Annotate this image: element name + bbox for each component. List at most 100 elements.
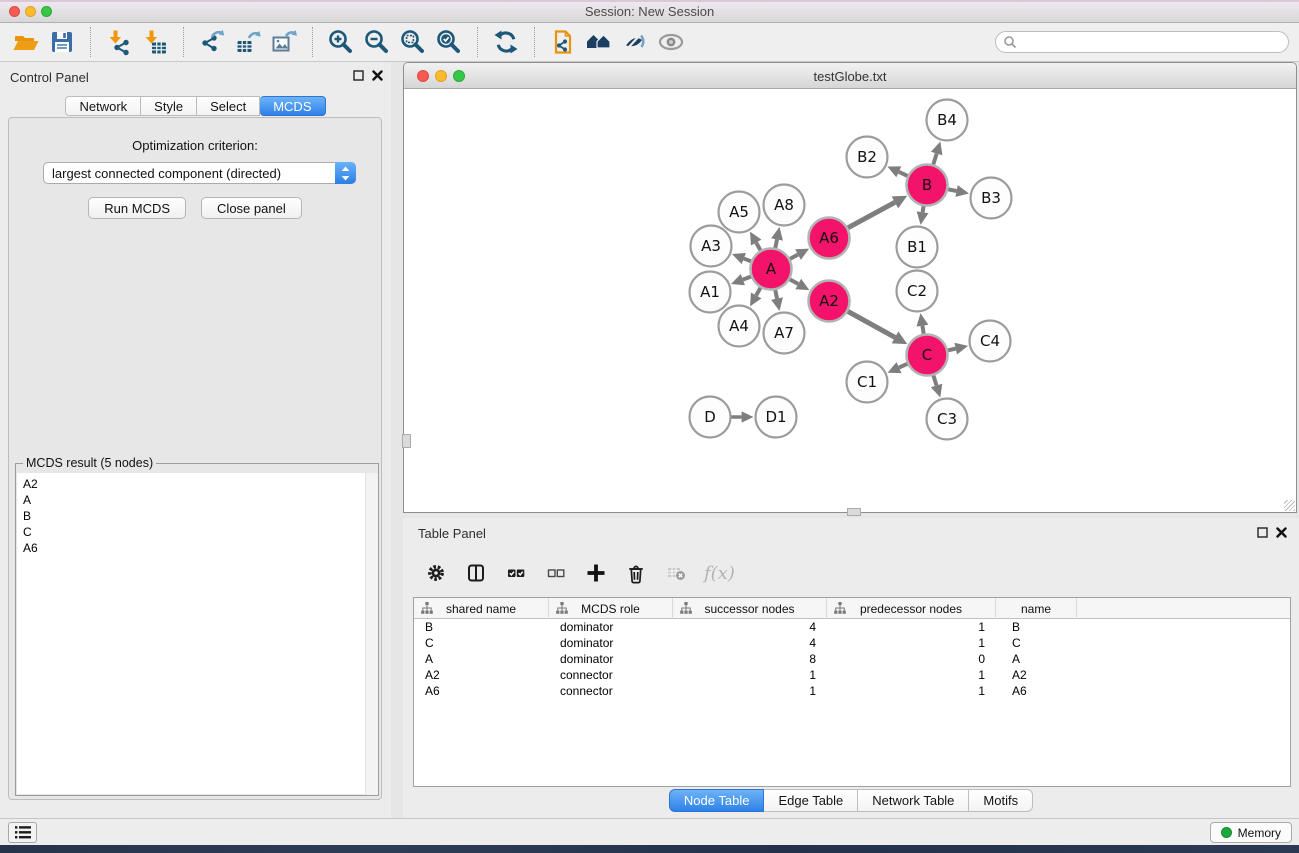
show-columns-button[interactable]	[464, 561, 488, 585]
column-header-mcds-role[interactable]: MCDS role	[549, 598, 673, 619]
add-column-button[interactable]	[584, 561, 608, 585]
result-item-a2[interactable]: A2	[17, 473, 377, 492]
run-mcds-button[interactable]: Run MCDS	[88, 197, 186, 219]
import-network-button[interactable]	[104, 27, 134, 57]
zoom-fit-button[interactable]	[398, 27, 428, 57]
graph-edge-B-B3[interactable]	[948, 189, 957, 191]
column-header-predecessor-nodes[interactable]: predecessor nodes	[827, 598, 996, 619]
column-header-name[interactable]: name	[996, 598, 1077, 619]
search-input[interactable]	[1021, 33, 1288, 51]
graph-node-B1[interactable]: B1	[897, 227, 938, 268]
zoom-in-button[interactable]	[326, 27, 356, 57]
export-network-button[interactable]	[197, 27, 227, 57]
graph-node-C3[interactable]: C3	[927, 399, 968, 440]
tab-style[interactable]: Style	[141, 96, 197, 116]
home-button[interactable]	[584, 27, 614, 57]
column-header-shared-name[interactable]: shared name	[414, 598, 549, 619]
close-panel-icon[interactable]	[1276, 527, 1287, 538]
splitter-handle[interactable]	[402, 434, 411, 448]
network-window-titlebar[interactable]: testGlobe.txt	[404, 63, 1296, 89]
graph-node-A5[interactable]: A5	[719, 192, 760, 233]
graph-node-B2[interactable]: B2	[847, 137, 888, 178]
graph-node-C4[interactable]: C4	[970, 321, 1011, 362]
tab-select[interactable]: Select	[197, 96, 260, 116]
table-row-a2[interactable]: A2connector11A2	[414, 667, 1290, 683]
graph-node-C1[interactable]: C1	[847, 362, 888, 403]
table-row-a6[interactable]: A6connector11A6	[414, 683, 1290, 699]
graph-edge-A-A7[interactable]	[775, 290, 777, 299]
resize-grip[interactable]	[1284, 500, 1295, 511]
graph-edge-B-B2[interactable]	[899, 172, 908, 176]
graph-node-C2[interactable]: C2	[897, 271, 938, 312]
select-all-button[interactable]	[504, 561, 528, 585]
table-row-c[interactable]: Cdominator41C	[414, 635, 1290, 651]
float-panel-icon[interactable]	[1257, 527, 1268, 538]
delete-table-button[interactable]	[664, 561, 688, 585]
refresh-button[interactable]	[491, 27, 521, 57]
graph-edge-A-A8[interactable]	[775, 239, 777, 248]
network-canvas[interactable]: B4 B2 B B3 A8A5 A6 A3 B1 A A1 C2 A2 A4A7 C4 C C1 C3 D D1	[404, 89, 1296, 512]
graph-edge-B-B1[interactable]	[923, 206, 924, 212]
tab-mcds[interactable]: MCDS	[260, 96, 325, 116]
show-view-button[interactable]	[656, 27, 686, 57]
task-history-button[interactable]	[8, 822, 37, 843]
graph-node-A[interactable]: A	[751, 249, 792, 290]
import-table-button[interactable]	[140, 27, 170, 57]
export-table-button[interactable]	[233, 27, 263, 57]
graph-edge-C-C1[interactable]	[899, 364, 907, 368]
close-panel-button[interactable]: Close panel	[201, 197, 302, 219]
result-item-a[interactable]: A	[17, 492, 377, 508]
graph-edge-A-A2[interactable]	[790, 279, 798, 284]
result-item-a6[interactable]: A6	[17, 540, 377, 556]
graph-node-C[interactable]: C	[907, 335, 948, 376]
open-file-button[interactable]	[11, 27, 41, 57]
graph-node-A7[interactable]: A7	[764, 313, 805, 354]
graph-node-D[interactable]: D	[690, 397, 731, 438]
graph-edge-A-A6[interactable]	[790, 255, 798, 259]
graph-edge-A-A3[interactable]	[744, 259, 751, 262]
graph-edge-C-C3[interactable]	[933, 376, 936, 386]
tab-node-table[interactable]: Node Table	[669, 789, 765, 812]
criterion-select[interactable]: largest connected component (directed)	[43, 162, 356, 184]
deselect-all-button[interactable]	[544, 561, 568, 585]
tab-network[interactable]: Network	[65, 96, 141, 116]
graph-node-B4[interactable]: B4	[927, 100, 968, 141]
tab-edge-table[interactable]: Edge Table	[764, 789, 858, 812]
table-settings-button[interactable]	[424, 561, 448, 585]
graph-node-D1[interactable]: D1	[756, 397, 797, 438]
close-panel-icon[interactable]	[372, 70, 383, 81]
table-row-a[interactable]: Adominator80A	[414, 651, 1290, 667]
float-panel-icon[interactable]	[353, 70, 364, 81]
result-item-c[interactable]: C	[17, 524, 377, 540]
column-header-successor-nodes[interactable]: successor nodes	[673, 598, 827, 619]
graph-node-A2[interactable]: A2	[809, 281, 850, 322]
graph-edge-A-A1[interactable]	[743, 277, 751, 280]
clone-network-button[interactable]	[548, 27, 578, 57]
zoom-selected-button[interactable]	[434, 27, 464, 57]
graph-edge-C-C4[interactable]	[948, 349, 956, 351]
graph-node-A1[interactable]: A1	[690, 272, 731, 313]
result-item-b[interactable]: B	[17, 508, 377, 524]
graph-edge-B-B4[interactable]	[933, 154, 936, 165]
function-builder-button[interactable]: f(x)	[704, 563, 735, 584]
graph-node-A6[interactable]: A6	[809, 218, 850, 259]
table-row-b[interactable]: Bdominator41B	[414, 619, 1290, 635]
graph-node-B[interactable]: B	[907, 165, 948, 206]
save-session-button[interactable]	[47, 27, 77, 57]
tab-motifs[interactable]: Motifs	[969, 789, 1033, 812]
memory-button[interactable]: Memory	[1210, 822, 1292, 843]
export-image-button[interactable]	[269, 27, 299, 57]
delete-column-button[interactable]	[624, 561, 648, 585]
graph-edge-C-C2[interactable]	[922, 326, 923, 334]
hide-details-button[interactable]	[620, 27, 650, 57]
graph-edge-A-A5[interactable]	[756, 243, 760, 251]
graph-edge-A-A4[interactable]	[756, 288, 760, 296]
graph-node-A3[interactable]: A3	[691, 226, 732, 267]
graph-edge-A2-C[interactable]	[848, 311, 895, 337]
zoom-out-button[interactable]	[362, 27, 392, 57]
tab-network-table[interactable]: Network Table	[858, 789, 969, 812]
graph-node-A8[interactable]: A8	[764, 185, 805, 226]
graph-edge-A6-B[interactable]	[848, 202, 895, 227]
graph-node-A4[interactable]: A4	[719, 306, 760, 347]
graph-node-B3[interactable]: B3	[971, 178, 1012, 219]
